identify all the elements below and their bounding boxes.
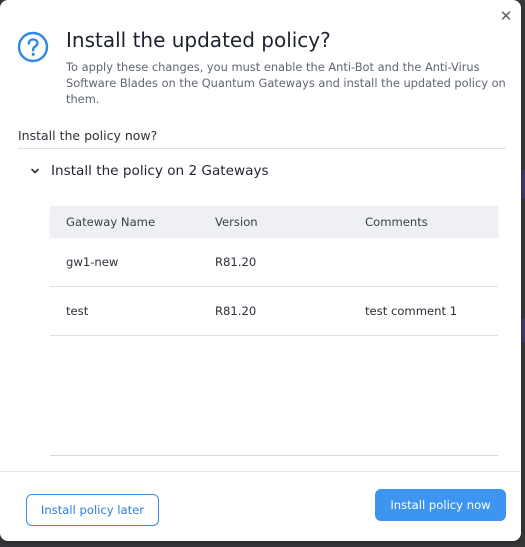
close-icon: ✕ — [499, 7, 513, 25]
table-bottom-border — [50, 455, 498, 456]
footer-divider — [0, 471, 521, 472]
table-row[interactable]: gw1-new R81.20 — [50, 238, 498, 287]
section-label: Install the policy on 2 Gateways — [51, 163, 269, 179]
install-policy-dialog: ✕ Install the updated policy? To apply t… — [0, 0, 521, 541]
table-row[interactable]: test R81.20 test comment 1 — [50, 287, 498, 336]
version-cell: R81.20 — [215, 304, 257, 318]
gateways-table: Gateway Name Version Comments gw1-new R8… — [50, 206, 498, 336]
install-question: Install the policy now? — [18, 128, 158, 143]
divider — [18, 148, 506, 149]
column-header-gateway-name[interactable]: Gateway Name — [50, 215, 199, 229]
install-later-button[interactable]: Install policy later — [26, 494, 159, 526]
question-circle-icon — [17, 31, 49, 63]
dialog-description: To apply these changes, you must enable … — [66, 60, 506, 106]
column-header-version[interactable]: Version — [199, 215, 349, 229]
column-header-comments[interactable]: Comments — [349, 215, 498, 229]
install-now-button[interactable]: Install policy now — [375, 489, 506, 521]
gateway-name-cell: gw1-new — [66, 255, 119, 269]
gateways-section-toggle[interactable]: Install the policy on 2 Gateways — [28, 163, 269, 179]
comments-cell: test comment 1 — [365, 304, 458, 318]
dialog-title: Install the updated policy? — [66, 28, 331, 52]
gateway-name-cell: test — [66, 304, 89, 318]
version-cell: R81.20 — [215, 255, 257, 269]
close-button[interactable]: ✕ — [496, 6, 516, 26]
table-header: Gateway Name Version Comments — [50, 206, 498, 238]
chevron-down-icon — [28, 164, 42, 178]
